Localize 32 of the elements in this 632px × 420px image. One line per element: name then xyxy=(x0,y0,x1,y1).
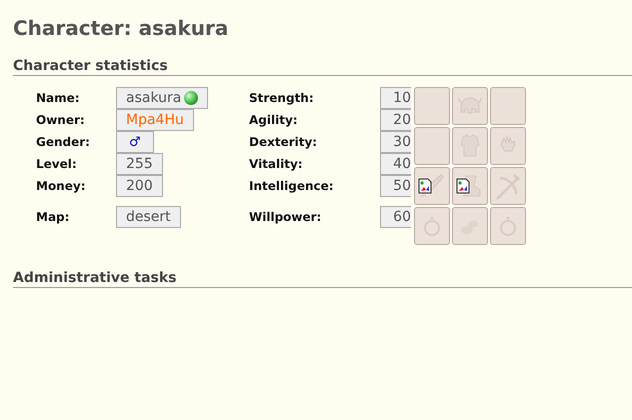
field-label: Gender: xyxy=(36,135,91,149)
broken-image-icon xyxy=(456,178,470,194)
section-heading: Character statistics xyxy=(13,58,632,76)
equipment-slot xyxy=(414,87,450,125)
field-label: Name: xyxy=(36,91,81,105)
equipment-slot xyxy=(490,87,526,125)
field-value: desert xyxy=(116,206,181,228)
field-label: Money: xyxy=(36,179,86,193)
attribute-label: Agility: xyxy=(249,113,299,127)
attribute-label: Willpower: xyxy=(249,210,322,224)
field-value: 255 xyxy=(116,153,163,175)
field-label: Map: xyxy=(36,210,70,224)
name-value: asakura xyxy=(116,87,208,109)
attribute-value: 50 xyxy=(380,175,411,197)
attribute-label: Intelligence: xyxy=(249,179,335,193)
field-value: 200 xyxy=(116,175,163,197)
attribute-label: Vitality: xyxy=(249,157,304,171)
attribute-value: 40 xyxy=(380,153,411,175)
attribute-label: Dexterity: xyxy=(249,135,318,149)
attribute-value: 30 xyxy=(380,131,411,153)
field-label: Owner: xyxy=(36,113,86,127)
field-label: Level: xyxy=(36,157,78,171)
attribute-value: 10 xyxy=(380,87,411,109)
page-title: Character: asakura xyxy=(13,15,230,42)
owner-link[interactable]: Mpa4Hu xyxy=(116,109,194,131)
attribute-label: Strength: xyxy=(249,91,315,105)
equipment-slot xyxy=(414,127,450,165)
attribute-value: 60 xyxy=(380,206,411,228)
section-heading: Administrative tasks xyxy=(13,270,632,288)
broken-image-icon xyxy=(418,178,432,194)
attribute-value: 20 xyxy=(380,109,411,131)
gender-value: ♂ xyxy=(116,131,154,153)
